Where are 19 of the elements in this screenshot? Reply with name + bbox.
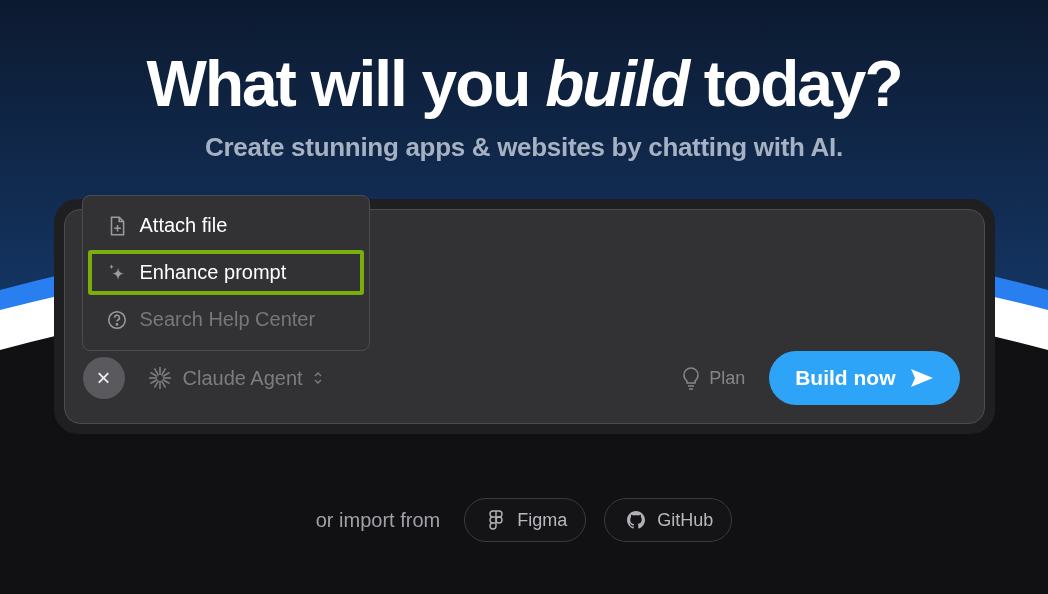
hero-title: What will you build today? (146, 47, 902, 122)
help-icon (105, 308, 128, 331)
plan-button[interactable]: Plan (681, 366, 746, 390)
menu-item-label: Enhance prompt (139, 261, 287, 284)
menu-item[interactable]: Enhance prompt (87, 250, 364, 295)
starburst-icon (146, 365, 173, 391)
chevron-updown-icon (312, 370, 323, 386)
import-source-button[interactable]: GitHub (604, 498, 733, 542)
hero-subtitle: Create stunning apps & websites by chatting with AI. (205, 132, 843, 163)
import-source-button[interactable]: Figma (464, 498, 587, 542)
menu-item-label: Attach file (139, 214, 228, 237)
agent-selector[interactable]: Claude Agent (146, 365, 323, 391)
send-icon (909, 368, 934, 388)
figma-icon (487, 510, 506, 530)
lightbulb-icon (681, 366, 702, 390)
github-icon (627, 510, 646, 530)
menu-item-label: Search Help Center (139, 308, 316, 331)
close-button[interactable]: × (82, 357, 125, 399)
import-label: or import from (315, 508, 441, 532)
